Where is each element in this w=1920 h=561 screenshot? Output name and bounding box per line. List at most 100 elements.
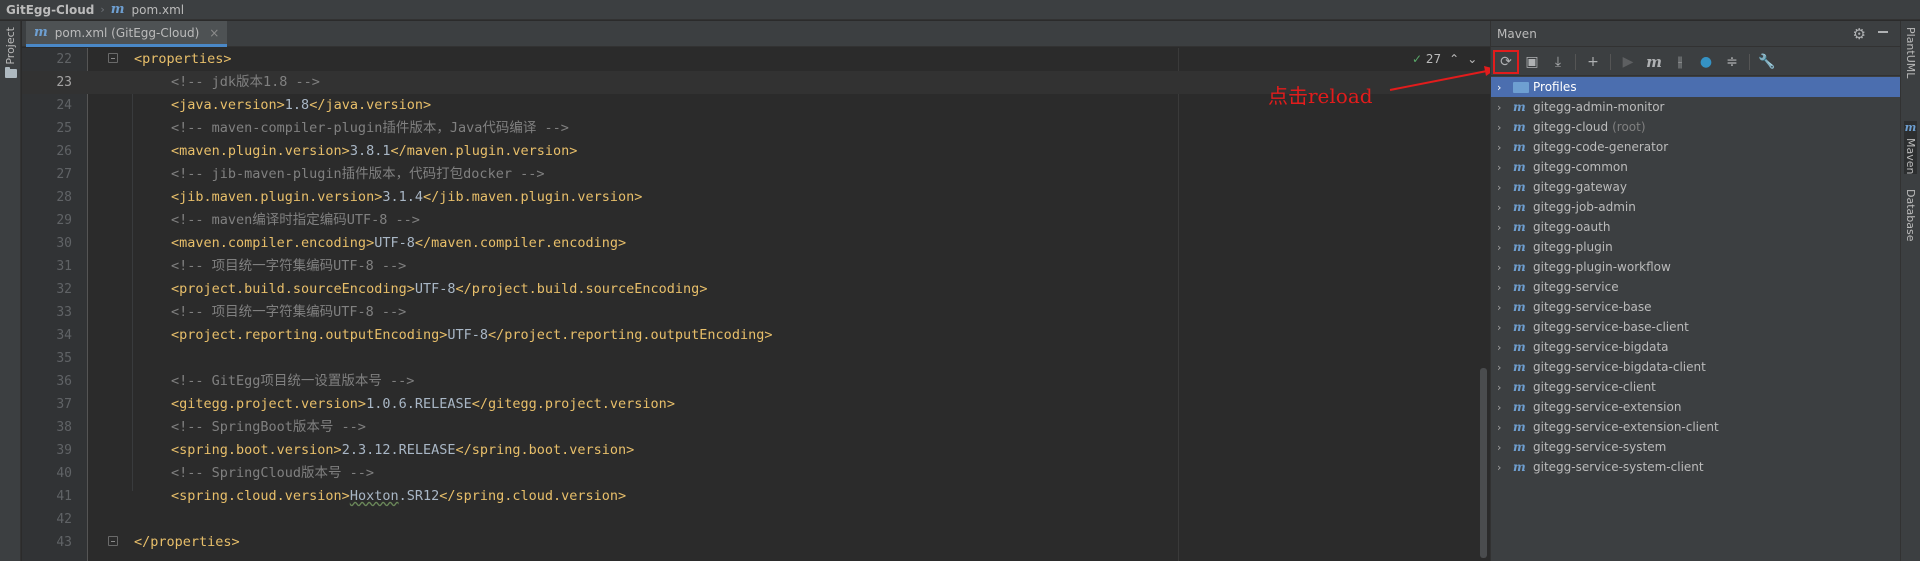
tree-item-label: gitegg-service-bigdata-client bbox=[1533, 360, 1706, 374]
add-project-button[interactable]: + bbox=[1580, 50, 1606, 74]
tree-item-module[interactable]: › m gitegg-service-base-client bbox=[1491, 317, 1901, 337]
code-line[interactable]: 41 <spring.cloud.version>Hoxton.SR12</spr… bbox=[22, 485, 1490, 508]
editor-tab-pom[interactable]: m pom.xml (GitEgg-Cloud) × bbox=[26, 21, 228, 47]
vertical-scrollbar[interactable] bbox=[1480, 368, 1487, 558]
breadcrumb-file[interactable]: pom.xml bbox=[132, 3, 185, 17]
code-line[interactable]: 28 <jib.maven.plugin.version>3.1.4</jib.m… bbox=[22, 186, 1490, 209]
close-icon[interactable]: × bbox=[209, 26, 219, 40]
chevron-right-icon[interactable]: › bbox=[1497, 381, 1513, 394]
toolbar-separator bbox=[1575, 53, 1576, 70]
project-tool-tab[interactable]: Project bbox=[2, 27, 19, 78]
skip-tests-button[interactable]: ● bbox=[1693, 50, 1719, 74]
chevron-right-icon[interactable]: › bbox=[1497, 301, 1513, 314]
minimize-icon[interactable] bbox=[1878, 31, 1888, 33]
tree-item-module[interactable]: › m gitegg-service-extension-client bbox=[1491, 417, 1901, 437]
chevron-right-icon[interactable]: › bbox=[1497, 281, 1513, 294]
gear-icon[interactable]: ⚙ bbox=[1853, 25, 1866, 43]
tree-item-module[interactable]: › m gitegg-admin-monitor bbox=[1491, 97, 1901, 117]
code-line[interactable]: 30 <maven.compiler.encoding>UTF-8</maven.… bbox=[22, 232, 1490, 255]
tree-item-module[interactable]: › m gitegg-job-admin bbox=[1491, 197, 1901, 217]
code-line[interactable]: 25 <!-- maven-compiler-plugin插件版本，Java代码编… bbox=[22, 117, 1490, 140]
line-number: 32 bbox=[56, 282, 72, 297]
code-line[interactable]: 32 <project.build.sourceEncoding>UTF-8</p… bbox=[22, 278, 1490, 301]
tree-item-module[interactable]: › m gitegg-code-generator bbox=[1491, 137, 1901, 157]
code-line[interactable]: 39 <spring.boot.version>2.3.12.RELEASE</s… bbox=[22, 439, 1490, 462]
code-line[interactable]: 40 <!-- SpringCloud版本号 --> bbox=[22, 462, 1490, 485]
execute-goal-button[interactable]: m bbox=[1641, 50, 1667, 74]
tree-item-module[interactable]: › m gitegg-service-system bbox=[1491, 437, 1901, 457]
code-line[interactable]: 31 <!-- 项目统一字符集编码UTF-8 --> bbox=[22, 255, 1490, 278]
code-line[interactable]: 22 <properties> bbox=[22, 48, 1490, 71]
chevron-right-icon[interactable]: › bbox=[1497, 81, 1513, 94]
code-text: <!-- jib-maven-plugin插件版本，代码打包docker --> bbox=[171, 166, 545, 182]
code-line[interactable]: 43 </properties> bbox=[22, 531, 1490, 554]
tree-item-label: gitegg-service bbox=[1533, 280, 1619, 294]
inspection-widget[interactable]: ✓ 27 ⌃ ⌄ bbox=[1412, 52, 1477, 66]
previous-highlight-icon[interactable]: ⌃ bbox=[1449, 52, 1459, 66]
tree-item-module[interactable]: › m gitegg-service-extension bbox=[1491, 397, 1901, 417]
tree-item-module[interactable]: › m gitegg-service-bigdata bbox=[1491, 337, 1901, 357]
tree-item-module[interactable]: › m gitegg-service-bigdata-client bbox=[1491, 357, 1901, 377]
code-text: <!-- jdk版本1.8 --> bbox=[171, 74, 320, 90]
code-line[interactable]: 27 <!-- jib-maven-plugin插件版本，代码打包docker -… bbox=[22, 163, 1490, 186]
chevron-right-icon[interactable]: › bbox=[1497, 241, 1513, 254]
chevron-right-icon[interactable]: › bbox=[1497, 161, 1513, 174]
maven-settings-button[interactable]: 🔧 bbox=[1754, 50, 1780, 74]
chevron-right-icon[interactable]: › bbox=[1497, 221, 1513, 234]
tree-item-module[interactable]: › m gitegg-cloud (root) bbox=[1491, 117, 1901, 137]
tree-item-module[interactable]: › m gitegg-plugin-workflow bbox=[1491, 257, 1901, 277]
tree-item-module[interactable]: › m gitegg-oauth bbox=[1491, 217, 1901, 237]
maven-module-icon: m bbox=[1513, 460, 1526, 474]
run-button[interactable]: ▶ bbox=[1615, 50, 1641, 74]
generate-sources-button[interactable]: ▣ bbox=[1519, 50, 1545, 74]
tree-item-module[interactable]: › m gitegg-service-base bbox=[1491, 297, 1901, 317]
collapse-all-button[interactable]: ≑ bbox=[1719, 50, 1745, 74]
tree-item-module[interactable]: › m gitegg-gateway bbox=[1491, 177, 1901, 197]
code-line[interactable]: 42 bbox=[22, 508, 1490, 531]
code-editor[interactable]: 22 <properties> 23 <!-- jdk版本1.8 --> 24 <java… bbox=[22, 48, 1490, 561]
chevron-right-icon[interactable]: › bbox=[1497, 401, 1513, 414]
code-line[interactable]: 34 <project.reporting.outputEncoding>UTF-… bbox=[22, 324, 1490, 347]
toggle-offline-button[interactable]: ⫲ bbox=[1667, 50, 1693, 74]
chevron-right-icon[interactable]: › bbox=[1497, 341, 1513, 354]
code-line[interactable]: 26 <maven.plugin.version>3.8.1</maven.plu… bbox=[22, 140, 1490, 163]
code-text: <!-- SpringBoot版本号 --> bbox=[171, 419, 366, 435]
chevron-right-icon[interactable]: › bbox=[1497, 261, 1513, 274]
maven-tool-tab[interactable]: m Maven bbox=[1904, 121, 1917, 175]
code-text: <jib.maven.plugin.version>3.1.4</jib.mav… bbox=[171, 186, 642, 209]
tree-item-module[interactable]: › m gitegg-service-system-client bbox=[1491, 457, 1901, 477]
maven-module-icon: m bbox=[1513, 180, 1526, 194]
next-highlight-icon[interactable]: ⌄ bbox=[1467, 52, 1477, 66]
code-line[interactable]: 36 <!-- GitEgg项目统一设置版本号 --> bbox=[22, 370, 1490, 393]
chevron-right-icon[interactable]: › bbox=[1497, 321, 1513, 334]
xml-value: 3.8.1 bbox=[349, 143, 391, 159]
download-sources-button[interactable]: ⤓ bbox=[1545, 50, 1571, 74]
plantuml-tool-tab[interactable]: PlantUML bbox=[1904, 27, 1917, 78]
chevron-right-icon[interactable]: › bbox=[1497, 101, 1513, 114]
chevron-right-icon[interactable]: › bbox=[1497, 361, 1513, 374]
chevron-right-icon[interactable]: › bbox=[1497, 181, 1513, 194]
tree-item-profiles[interactable]: › Profiles bbox=[1491, 77, 1901, 97]
code-line[interactable]: 38 <!-- SpringBoot版本号 --> bbox=[22, 416, 1490, 439]
tree-item-module[interactable]: › m gitegg-service bbox=[1491, 277, 1901, 297]
code-line[interactable]: 37 <gitegg.project.version>1.0.6.RELEASE<… bbox=[22, 393, 1490, 416]
tree-item-module[interactable]: › m gitegg-service-client bbox=[1491, 377, 1901, 397]
breadcrumb-project[interactable]: GitEgg-Cloud bbox=[6, 3, 94, 17]
chevron-right-icon[interactable]: › bbox=[1497, 441, 1513, 454]
chevron-right-icon[interactable]: › bbox=[1497, 141, 1513, 154]
tree-item-module[interactable]: › m gitegg-common bbox=[1491, 157, 1901, 177]
tree-item-label: gitegg-plugin bbox=[1533, 240, 1613, 254]
database-tool-tab[interactable]: Database bbox=[1904, 189, 1917, 242]
plus-icon: + bbox=[1587, 53, 1599, 70]
code-line[interactable]: 29 <!-- maven编译时指定编码UTF-8 --> bbox=[22, 209, 1490, 232]
chevron-right-icon[interactable]: › bbox=[1497, 121, 1513, 134]
code-line[interactable]: 33 <!-- 项目统一字符集编码UTF-8 --> bbox=[22, 301, 1490, 324]
code-line[interactable]: 35 bbox=[22, 347, 1490, 370]
chevron-right-icon[interactable]: › bbox=[1497, 201, 1513, 214]
chevron-right-icon[interactable]: › bbox=[1497, 421, 1513, 434]
chevron-right-icon[interactable]: › bbox=[1497, 461, 1513, 474]
reload-button[interactable]: ⟳ bbox=[1493, 49, 1519, 74]
line-number: 31 bbox=[56, 259, 72, 274]
tree-item-module[interactable]: › m gitegg-plugin bbox=[1491, 237, 1901, 257]
code-text: <properties> bbox=[134, 51, 232, 67]
